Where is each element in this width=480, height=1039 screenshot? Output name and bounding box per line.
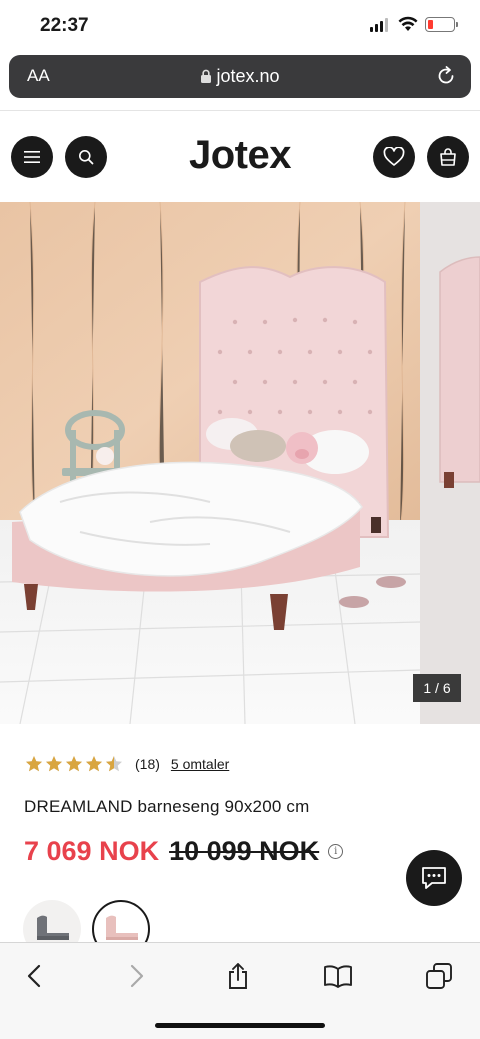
image-counter: 1 / 6	[413, 674, 461, 702]
info-icon[interactable]: i	[328, 844, 344, 859]
next-photo-illustration	[439, 256, 480, 488]
bookmarks-button[interactable]	[318, 961, 358, 991]
share-icon	[229, 963, 247, 989]
current-price: 7 069 NOK	[24, 836, 160, 866]
reload-icon[interactable]	[435, 65, 457, 87]
tabs-icon	[426, 963, 452, 989]
shopping-bag-icon	[440, 148, 456, 166]
star-icon	[66, 756, 82, 772]
product-rating[interactable]: (18) 5 omtaler	[25, 755, 229, 773]
rating-stars	[25, 755, 123, 773]
cellular-signal-icon	[370, 18, 388, 32]
old-price: 10 099 NOK	[169, 836, 320, 866]
forward-icon	[130, 964, 144, 988]
share-button[interactable]	[218, 961, 258, 991]
reviews-link[interactable]: 5 omtaler	[171, 756, 229, 772]
url-text: jotex.no	[216, 66, 280, 86]
back-button[interactable]	[14, 961, 54, 991]
forward-button[interactable]	[117, 961, 157, 991]
product-photo[interactable]	[0, 202, 420, 724]
chat-icon	[422, 867, 446, 889]
price-row: 7 069 NOK 10 099 NOK i	[24, 836, 344, 867]
lock-icon	[201, 69, 212, 83]
wishlist-button[interactable]	[373, 136, 415, 178]
address-bar[interactable]: AA jotex.no	[9, 55, 471, 98]
next-product-photo[interactable]	[420, 202, 480, 724]
star-icon	[106, 756, 122, 772]
status-time: 22:37	[40, 15, 89, 36]
chat-button[interactable]	[406, 850, 462, 906]
heart-icon	[383, 147, 405, 166]
bed-photo-illustration	[0, 202, 420, 724]
star-icon	[26, 756, 42, 772]
product-image-carousel[interactable]	[0, 202, 480, 724]
battery-icon	[425, 17, 458, 32]
site-header: Jotex	[0, 110, 480, 202]
product-title: DREAMLAND barneseng 90x200 cm	[24, 797, 310, 816]
rating-count: (18)	[135, 756, 160, 772]
star-icon	[46, 756, 62, 772]
cart-button[interactable]	[427, 136, 469, 178]
tabs-button[interactable]	[419, 961, 459, 991]
back-icon	[27, 964, 41, 988]
home-indicator	[155, 1023, 325, 1028]
bookmarks-icon	[324, 965, 352, 988]
wifi-icon	[398, 16, 418, 31]
status-bar: 22:37	[0, 0, 480, 52]
star-icon	[86, 756, 102, 772]
url-field[interactable]: jotex.no	[9, 66, 471, 87]
